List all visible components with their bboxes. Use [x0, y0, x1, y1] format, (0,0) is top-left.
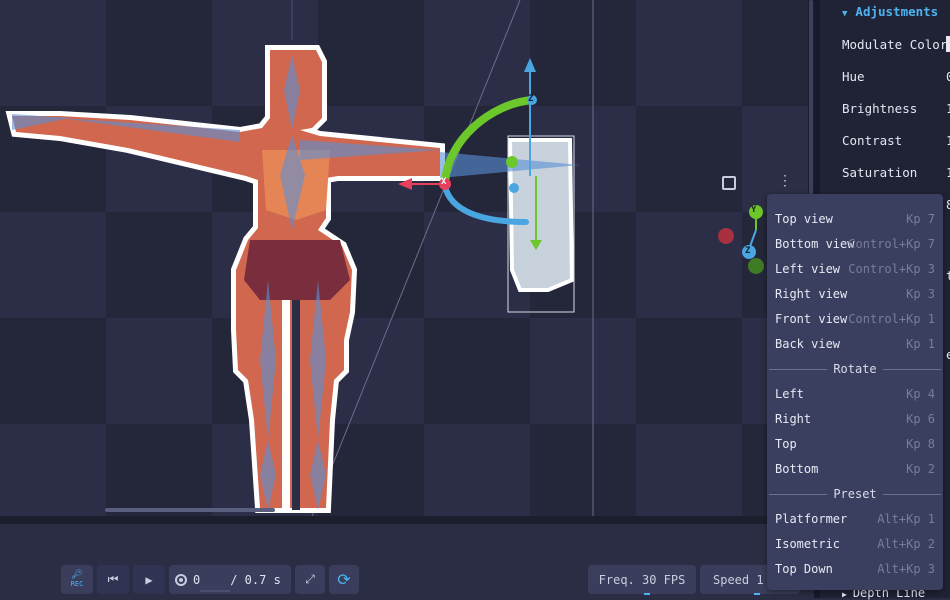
view-popup-menu: Top view Kp 7 Bottom view Control+Kp 7 Lef…: [767, 194, 943, 590]
gizmo-z-label: Z: [745, 246, 751, 256]
menu-item-rotate-left[interactable]: Left Kp 4: [775, 383, 935, 405]
frequency-label: Freq. 30 FPS: [598, 572, 686, 587]
partial-label: ti: [946, 268, 950, 283]
contrast-value[interactable]: 1: [946, 133, 950, 148]
axis-orientation-gizmo[interactable]: [718, 205, 764, 274]
modulate-color-label: Modulate Color: [842, 37, 948, 52]
record-key-button[interactable]: 🔑︎ REC: [61, 565, 93, 594]
adjustments-section-header[interactable]: ▼ Adjustments: [842, 4, 938, 19]
hue-label: Hue: [842, 69, 865, 84]
menu-item-top-down[interactable]: Top Down Alt+Kp 3: [775, 558, 935, 580]
rotate-z-label: Z: [528, 94, 534, 104]
menu-item-top-view[interactable]: Top view Kp 7: [775, 208, 935, 230]
total-time-label: / 0.7 s: [230, 572, 281, 587]
play-icon: ▶: [145, 572, 153, 587]
partial-value: 8: [946, 197, 950, 212]
go-to-start-button[interactable]: ⏮︎: [97, 565, 129, 594]
menu-item-bottom-view[interactable]: Bottom view Control+Kp 7: [775, 233, 935, 255]
loop-button[interactable]: ⟳: [329, 565, 359, 594]
view-options-icon[interactable]: ⋮: [778, 174, 792, 188]
menu-item-platformer[interactable]: Platformer Alt+Kp 1: [775, 508, 935, 530]
menu-item-rotate-right[interactable]: Right Kp 6: [775, 408, 935, 430]
modulate-color-swatch[interactable]: [946, 36, 950, 52]
gizmo-y-label: Y: [751, 205, 757, 215]
hue-value[interactable]: 0: [946, 69, 950, 84]
panel-separator[interactable]: [0, 516, 814, 524]
saturation-label: Saturation: [842, 165, 918, 180]
current-frame-input[interactable]: 0: [193, 573, 200, 587]
character-figure: [5, 45, 580, 513]
scrollbar-thumb[interactable]: [809, 0, 813, 200]
loop-icon: ⟳: [337, 570, 351, 589]
time-field[interactable]: 0 / 0.7 s: [169, 565, 291, 594]
scene-canvas: [5, 0, 764, 516]
menu-item-rotate-bottom[interactable]: Bottom Kp 2: [775, 458, 935, 480]
key-icon: 🔑︎ REC: [70, 569, 84, 588]
chevron-down-icon: ▼: [842, 9, 848, 19]
expand-arrows-icon: ⤢: [305, 572, 315, 586]
contrast-label: Contrast: [842, 133, 903, 148]
frequency-field[interactable]: Freq. 30 FPS: [588, 565, 696, 594]
menu-item-front-view[interactable]: Front view Control+Kp 1: [775, 308, 935, 330]
clock-icon: [175, 573, 187, 586]
preset-section-title: Preset: [767, 485, 943, 503]
freq-underline: [644, 593, 650, 595]
brightness-value[interactable]: 1: [946, 101, 950, 116]
menu-item-isometric[interactable]: Isometric Alt+Kp 2: [775, 533, 935, 555]
toggle-view-icon[interactable]: [722, 176, 736, 190]
rotate-section-title: Rotate: [767, 360, 943, 378]
time-input-underline: [200, 590, 230, 592]
expand-button[interactable]: ⤢: [295, 565, 325, 594]
saturation-value[interactable]: 1: [946, 165, 950, 180]
play-button[interactable]: ▶: [133, 565, 165, 594]
menu-item-left-view[interactable]: Left view Control+Kp 3: [775, 258, 935, 280]
rotate-x-label: X: [441, 177, 447, 187]
brightness-label: Brightness: [842, 101, 918, 116]
speed-underline: [754, 593, 760, 595]
3d-viewport[interactable]: ⋮ Y Z Z X: [0, 0, 808, 516]
skip-back-icon: ⏮︎: [107, 572, 119, 586]
adjustments-title: Adjustments: [855, 4, 939, 19]
menu-item-right-view[interactable]: Right view Kp 3: [775, 283, 935, 305]
partial-label-2: e: [946, 347, 950, 362]
menu-item-rotate-top[interactable]: Top Kp 8: [775, 433, 935, 455]
menu-item-back-view[interactable]: Back view Kp 1: [775, 333, 935, 355]
viewport-horizontal-scrollbar[interactable]: [105, 508, 275, 512]
